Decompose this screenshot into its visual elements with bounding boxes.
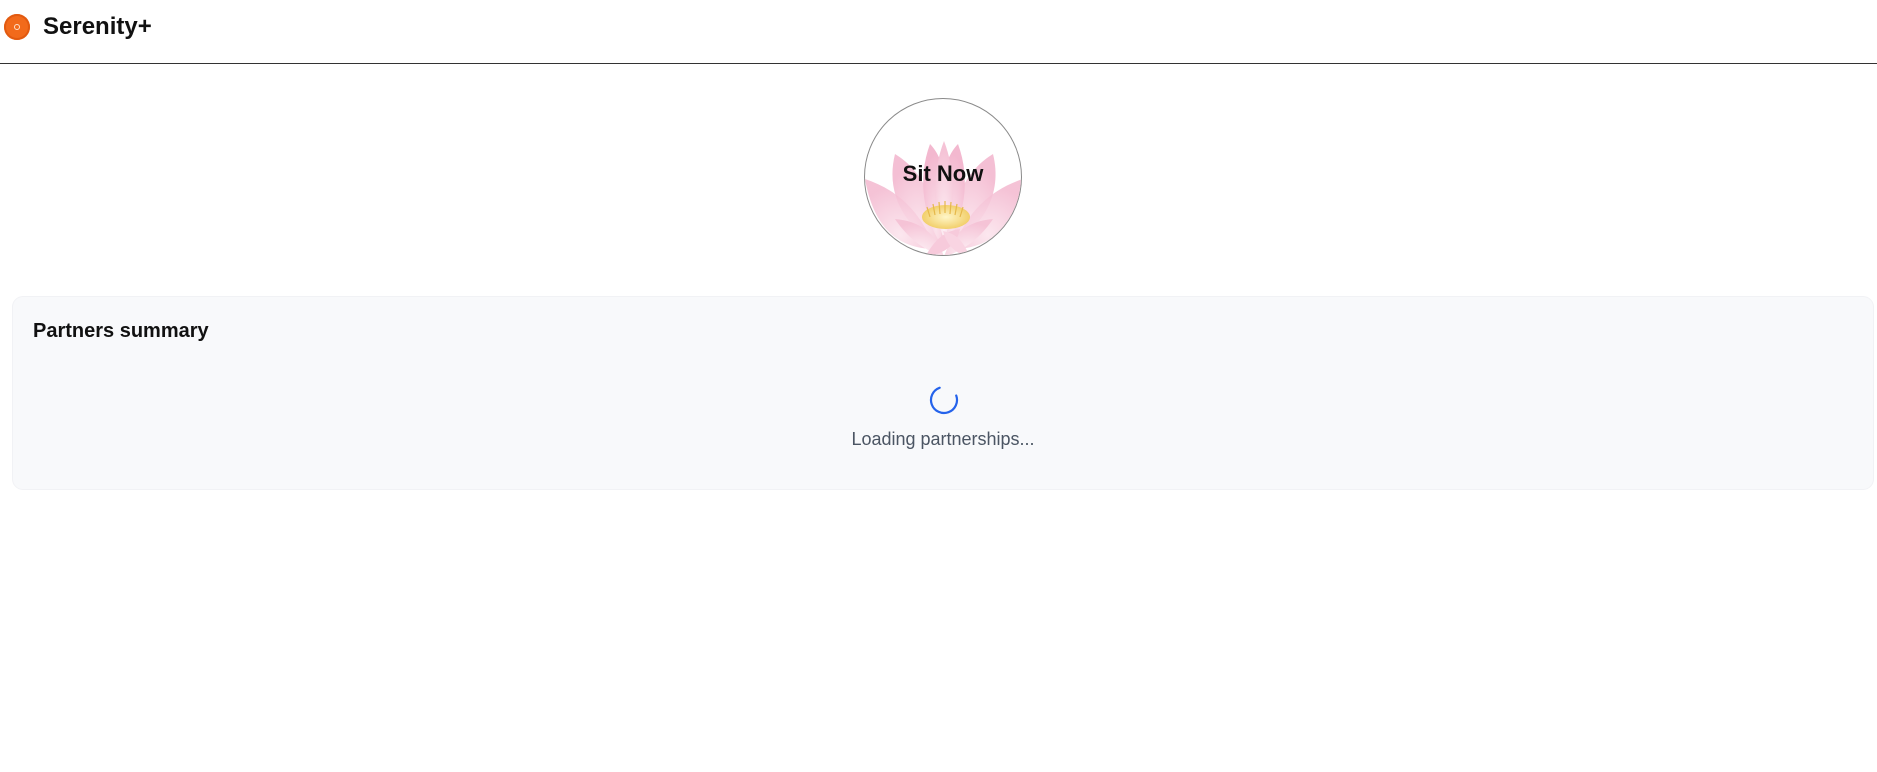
partners-summary-panel: Partners summary Loading partnerships...: [13, 297, 1873, 489]
app-title[interactable]: Serenity+: [43, 13, 152, 41]
app-header: Serenity+: [0, 0, 1877, 64]
app-logo-icon[interactable]: [4, 14, 30, 40]
sit-now-label: Sit Now: [902, 161, 984, 186]
logo-dot: [14, 24, 20, 30]
panel-title: Partners summary: [33, 320, 209, 342]
loading-text: Loading partnerships...: [851, 429, 1035, 449]
sit-now-button[interactable]: Sit Now: [864, 98, 1022, 256]
loading-spinner-icon: [929, 385, 959, 415]
